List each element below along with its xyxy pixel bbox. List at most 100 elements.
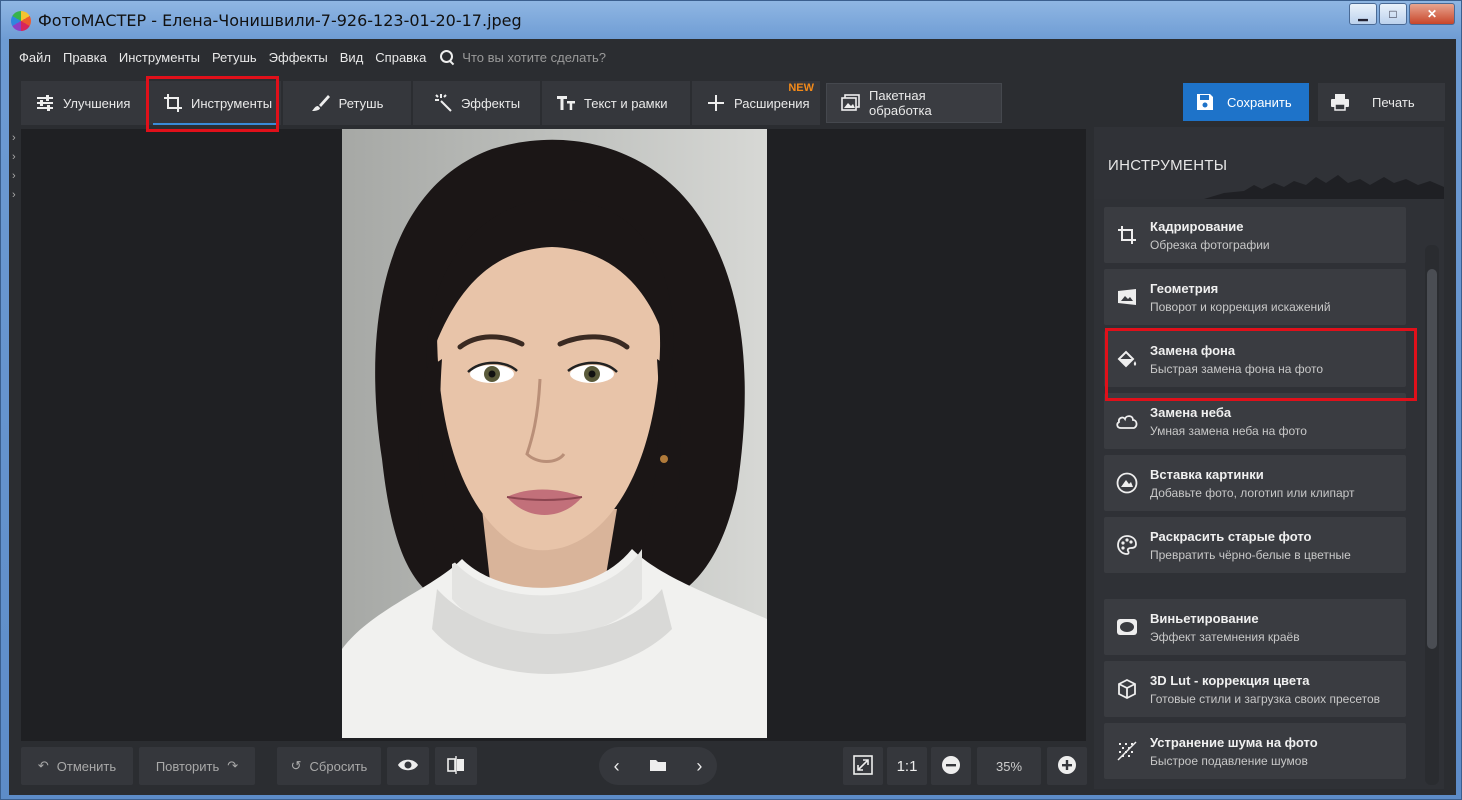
panel-header: ИНСТРУМЕНТЫ — [1094, 127, 1444, 199]
tab-label: Ретушь — [338, 95, 384, 111]
menu-file[interactable]: Файл — [19, 50, 51, 65]
crop-icon — [163, 93, 183, 113]
menu-retouch[interactable]: Ретушь — [212, 50, 257, 65]
print-label: Печать — [1372, 94, 1415, 110]
paint-bucket-icon — [1104, 348, 1150, 370]
tool-insert-image[interactable]: Вставка картинки Добавьте фото, логотип … — [1104, 455, 1406, 511]
tool-title: Геометрия — [1150, 280, 1219, 296]
tab-extensions[interactable]: NEW Расширения — [692, 81, 820, 125]
redo-label: Повторить — [155, 758, 220, 774]
cloud-icon — [1104, 412, 1150, 430]
photo-canvas[interactable] — [21, 129, 1086, 741]
noise-icon — [1104, 741, 1150, 761]
tool-subtitle: Умная замена неба на фото — [1150, 423, 1307, 438]
menu-bar: Файл Правка Инструменты Ретушь Эффекты В… — [9, 39, 1456, 75]
reset-icon: ↺ — [290, 758, 302, 773]
redo-button[interactable]: Повторить ↷ — [139, 747, 255, 785]
preview-eye-button[interactable] — [387, 747, 429, 785]
previous-image-button[interactable]: ‹ — [614, 756, 620, 777]
minus-circle-icon — [941, 755, 961, 778]
tab-retouch[interactable]: Ретушь — [283, 81, 411, 125]
title-bar: ФотоМАСТЕР - Елена-Чонишвили-7-926-123-0… — [1, 1, 1461, 39]
tab-label: Улучшения — [63, 95, 131, 111]
tab-tools[interactable]: Инструменты — [149, 81, 281, 125]
reset-label: Сбросить — [309, 758, 368, 774]
sliders-icon — [35, 93, 55, 113]
fullscreen-icon — [853, 754, 873, 778]
tool-subtitle: Быстрая замена фона на фото — [1150, 361, 1324, 376]
tool-background-replace[interactable]: Замена фона Быстрая замена фона на фото — [1104, 331, 1406, 387]
tool-subtitle: Эффект затемнения краёв — [1150, 629, 1300, 644]
command-search[interactable]: Что вы хотите сделать? — [440, 50, 606, 65]
redo-icon: ↷ — [227, 758, 239, 773]
bottom-toolbar: ↶ Отменить Повторить ↷ ↺ Сбросить ‹ › 1:… — [21, 747, 1091, 787]
app-logo-icon — [11, 11, 31, 31]
tab-text-frames[interactable]: Текст и рамки — [542, 81, 690, 125]
tool-crop[interactable]: Кадрирование Обрезка фотографии — [1104, 207, 1406, 263]
tab-effects[interactable]: Эффекты — [413, 81, 540, 125]
close-button[interactable]: ✕ — [1409, 3, 1455, 25]
menu-view[interactable]: Вид — [340, 50, 364, 65]
compare-button[interactable] — [435, 747, 477, 785]
tool-title: Виньетирование — [1150, 610, 1259, 626]
main-toolbar: Улучшения Инструменты Ретушь Эффекты Тек… — [21, 81, 1002, 125]
tool-subtitle: Поворот и коррекция искажений — [1150, 299, 1331, 314]
cube-icon — [1104, 678, 1150, 700]
tool-denoise[interactable]: Устранение шума на фото Быстрое подавлен… — [1104, 723, 1406, 779]
compare-icon — [447, 755, 465, 777]
tab-label: Расширения — [734, 95, 810, 111]
actual-size-button[interactable]: 1:1 — [887, 747, 927, 785]
tool-title: Устранение шума на фото — [1150, 734, 1318, 750]
tool-title: Раскрасить старые фото — [1150, 528, 1312, 544]
panel-scrollbar[interactable] — [1425, 245, 1439, 785]
window-controls: ▁ □ ✕ — [1349, 3, 1455, 25]
tool-vignette[interactable]: Виньетирование Эффект затемнения краёв — [1104, 599, 1406, 655]
reset-button[interactable]: ↺ Сбросить — [277, 747, 381, 785]
zoom-out-button[interactable] — [931, 747, 971, 785]
tool-colorize[interactable]: Раскрасить старые фото Превратить чёрно-… — [1104, 517, 1406, 573]
tab-enhancements[interactable]: Улучшения — [21, 81, 147, 125]
menu-edit[interactable]: Правка — [63, 50, 107, 65]
app-window: ФотоМАСТЕР - Елена-Чонишвили-7-926-123-0… — [0, 0, 1462, 800]
tool-subtitle: Быстрое подавление шумов — [1150, 753, 1308, 768]
insert-image-icon — [1104, 472, 1150, 494]
side-expand-arrows[interactable]: › › › › — [12, 129, 16, 205]
tab-label: Текст и рамки — [584, 95, 668, 111]
zoom-level-field[interactable]: 35% — [977, 747, 1041, 785]
tool-title: Замена фона — [1150, 342, 1236, 358]
fit-to-screen-button[interactable] — [843, 747, 883, 785]
image-navigation: ‹ › — [599, 747, 717, 785]
tool-geometry[interactable]: Геометрия Поворот и коррекция искажений — [1104, 269, 1406, 325]
eye-icon — [397, 756, 419, 777]
save-label: Сохранить — [1227, 94, 1292, 110]
tool-3d-lut[interactable]: 3D Lut - коррекция цвета Готовые стили и… — [1104, 661, 1406, 717]
tool-sky-replace[interactable]: Замена неба Умная замена неба на фото — [1104, 393, 1406, 449]
maximize-button[interactable]: □ — [1379, 3, 1407, 25]
undo-icon: ↶ — [37, 758, 49, 773]
geometry-icon — [1104, 288, 1150, 306]
plus-icon — [706, 93, 726, 113]
scrollbar-thumb[interactable] — [1427, 269, 1437, 649]
search-icon — [440, 50, 454, 64]
undo-label: Отменить — [56, 758, 117, 774]
batch-processing-button[interactable]: Пакетная обработка — [826, 83, 1002, 123]
printer-icon — [1330, 92, 1350, 112]
folder-icon[interactable] — [649, 756, 667, 777]
zoom-in-button[interactable] — [1047, 747, 1087, 785]
tools-panel: ИНСТРУМЕНТЫ Кадрирование Обрезка фотогра… — [1094, 127, 1444, 789]
minimize-button[interactable]: ▁ — [1349, 3, 1377, 25]
save-button[interactable]: Сохранить — [1183, 83, 1309, 121]
undo-button[interactable]: ↶ Отменить — [21, 747, 133, 785]
tab-label: Инструменты — [191, 95, 273, 111]
tool-title: Вставка картинки — [1150, 466, 1264, 482]
print-button[interactable]: Печать — [1318, 83, 1445, 121]
next-image-button[interactable]: › — [696, 756, 702, 777]
tool-subtitle: Добавьте фото, логотип или клипарт — [1150, 485, 1355, 500]
tab-label: Эффекты — [460, 95, 521, 111]
plus-circle-icon — [1057, 755, 1077, 778]
menu-tools[interactable]: Инструменты — [119, 50, 200, 65]
portrait-illustration — [342, 139, 767, 738]
menu-effects[interactable]: Эффекты — [269, 50, 328, 65]
menu-help[interactable]: Справка — [375, 50, 426, 65]
palette-icon — [1104, 534, 1150, 556]
